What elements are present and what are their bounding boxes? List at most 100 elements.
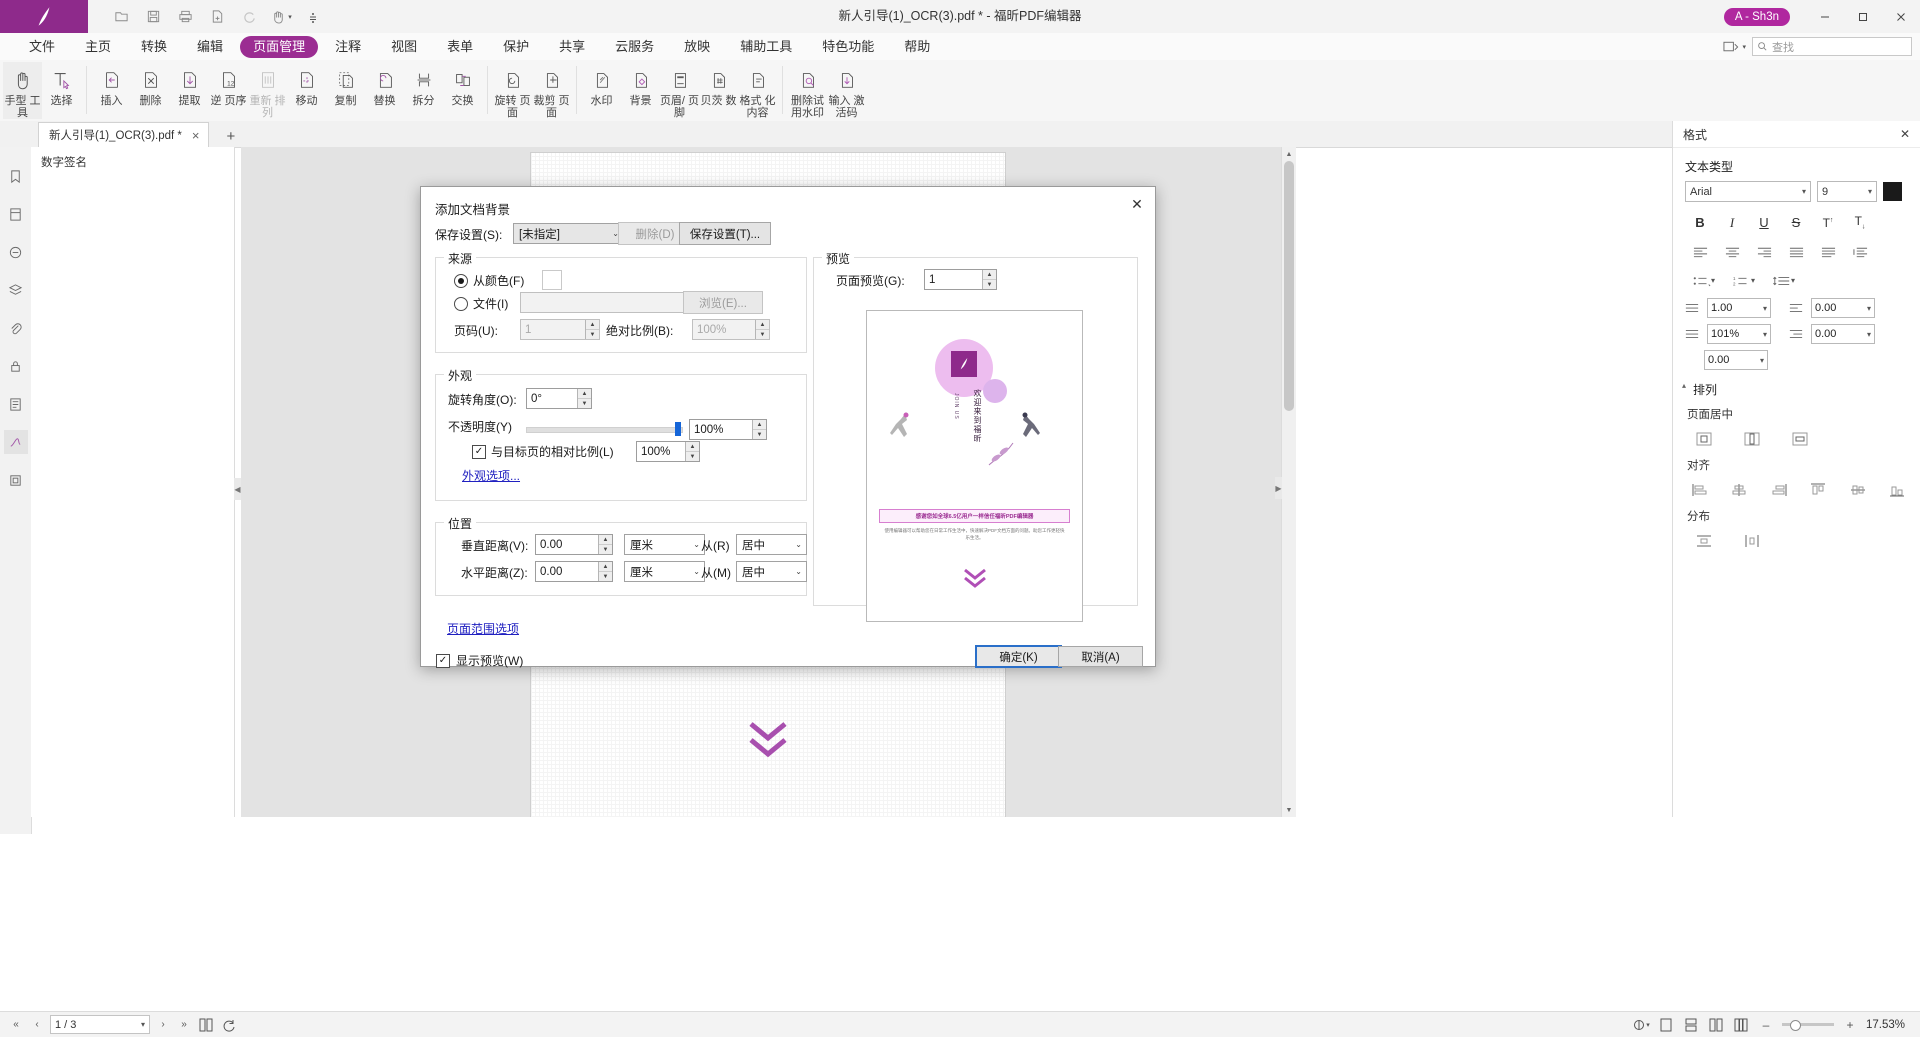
menu-item-6[interactable]: 视图 <box>378 36 430 58</box>
align-right-icon[interactable] <box>1768 478 1790 501</box>
superscript-icon[interactable]: T↑ <box>1813 211 1843 234</box>
security-icon[interactable] <box>4 354 28 378</box>
menubar-right-tools[interactable]: ▾ 查找 <box>1723 33 1912 60</box>
show-preview-checkbox[interactable]: ✓ 显示预览(W) <box>436 652 523 669</box>
char-spacing-input[interactable]: 1.00▾ <box>1707 298 1771 318</box>
two-page-view-icon[interactable] <box>1707 1016 1725 1034</box>
status-bar-right[interactable]: ▾ – + 17.53% <box>1632 1016 1910 1034</box>
save-settings-button[interactable]: 保存设置(T)... <box>679 222 771 245</box>
ribbon-button-remove-trial-watermark[interactable]: 删除试 用水印 <box>788 62 827 119</box>
center-both-icon[interactable] <box>1785 427 1815 450</box>
zoom-in-button[interactable]: + <box>1841 1016 1859 1034</box>
page-thumbnails-icon[interactable] <box>4 202 28 226</box>
opacity-slider-track[interactable] <box>526 427 683 433</box>
numbered-list-icon[interactable]: 12▾ <box>1725 269 1763 292</box>
rotation-spinner[interactable]: ▲▼ <box>577 389 591 408</box>
line-spacing-icon[interactable]: ▾ <box>1765 269 1803 292</box>
font-color-swatch[interactable] <box>1883 182 1902 201</box>
page-preview-input[interactable]: 1 ▲▼ <box>924 269 997 290</box>
scroll-down-icon[interactable]: ▼ <box>1282 803 1296 817</box>
strikethrough-icon[interactable]: S <box>1781 211 1811 234</box>
horizontal-unit-select[interactable]: 厘米 ⌄ <box>624 561 705 582</box>
indent-icon[interactable] <box>1845 240 1875 263</box>
vertical-anchor-select[interactable]: 居中 ⌄ <box>736 534 807 555</box>
last-page-icon[interactable]: » <box>176 1017 192 1033</box>
vertical-scale-input[interactable]: 0.00▾ <box>1811 324 1875 344</box>
rotation-input[interactable]: 0° ▲▼ <box>526 388 592 409</box>
cancel-button[interactable]: 取消(A) <box>1058 646 1143 667</box>
menu-item-9[interactable]: 共享 <box>546 36 598 58</box>
opacity-input[interactable]: 100% ▲▼ <box>689 419 767 440</box>
horizontal-anchor-select[interactable]: 居中 ⌄ <box>736 561 807 582</box>
scrollbar-thumb[interactable] <box>1284 161 1294 411</box>
page-indicator[interactable]: 1 / 3 ▾ <box>50 1015 150 1034</box>
destinations-icon[interactable] <box>4 392 28 416</box>
opacity-slider-knob[interactable] <box>675 422 681 436</box>
hand-tool-icon[interactable]: ▾ <box>266 4 296 30</box>
absolute-scale-spinner[interactable]: ▲▼ <box>755 320 769 339</box>
align-vcenter-icon[interactable] <box>1847 478 1869 501</box>
close-icon[interactable]: × <box>192 128 200 143</box>
ribbon-button-extract[interactable]: 提取 <box>170 62 209 107</box>
view-settings-icon[interactable]: ▾ <box>1632 1016 1650 1034</box>
document-tab[interactable]: 新人引导(1)_OCR(3).pdf * × <box>38 122 209 147</box>
dialog-close-icon[interactable]: ✕ <box>1125 193 1149 215</box>
continuous-view-icon[interactable] <box>1682 1016 1700 1034</box>
zoom-slider-knob[interactable] <box>1790 1020 1801 1031</box>
italic-icon[interactable]: I <box>1717 211 1747 234</box>
bold-icon[interactable]: B <box>1685 211 1715 234</box>
next-page-icon[interactable]: › <box>155 1017 171 1033</box>
ribbon-button-move[interactable]: 移动 <box>287 62 326 107</box>
maximize-icon[interactable] <box>1844 0 1882 33</box>
zoom-out-button[interactable]: – <box>1757 1016 1775 1034</box>
center-vertical-icon[interactable] <box>1689 427 1719 450</box>
align-right-icon[interactable] <box>1749 240 1779 263</box>
vertical-distance-input[interactable]: 0.00 ▲▼ <box>535 534 613 555</box>
ribbon-button-hand-tool[interactable]: 手型 工具 <box>3 62 42 119</box>
grid-view-icon[interactable] <box>1732 1016 1750 1034</box>
menu-item-11[interactable]: 放映 <box>671 36 723 58</box>
right-panel-collapse-handle[interactable]: ▶ <box>1275 477 1282 499</box>
opacity-spinner[interactable]: ▲▼ <box>752 420 766 439</box>
horizontal-distance-spinner[interactable]: ▲▼ <box>598 562 612 581</box>
center-horizontal-icon[interactable] <box>1737 427 1767 450</box>
menu-item-1[interactable]: 主页 <box>72 36 124 58</box>
relative-scale-spinner[interactable]: ▲▼ <box>685 442 699 461</box>
align-left-icon[interactable] <box>1685 240 1715 263</box>
page-number-spinner[interactable]: ▲▼ <box>585 320 599 339</box>
horizontal-scale-input[interactable]: 101%▾ <box>1707 324 1771 344</box>
relative-scale-checkbox[interactable]: ✓ 与目标页的相对比例(L) <box>472 443 614 460</box>
distribute-buttons[interactable] <box>1673 526 1920 555</box>
ribbon-button-delete[interactable]: 删除 <box>131 62 170 107</box>
menu-item-5[interactable]: 注释 <box>322 36 374 58</box>
ui-options-button[interactable]: ▾ <box>1723 40 1746 54</box>
save-icon[interactable] <box>138 4 168 30</box>
scroll-up-icon[interactable]: ▲ <box>1282 147 1296 161</box>
ribbon-button-split[interactable]: 拆分 <box>404 62 443 107</box>
single-page-view-icon[interactable] <box>1657 1016 1675 1034</box>
left-panel-collapse-handle[interactable]: ◀ <box>234 478 241 500</box>
zoom-slider[interactable] <box>1782 1023 1834 1026</box>
baseline-shift-input[interactable]: 0.00▾ <box>1704 350 1768 370</box>
menu-item-13[interactable]: 特色功能 <box>809 36 887 58</box>
ribbon-button-swap[interactable]: 交换 <box>443 62 482 107</box>
page-number-input[interactable]: 1 ▲▼ <box>520 319 600 340</box>
ribbon-button-crop[interactable]: 裁剪 页面 <box>532 62 571 119</box>
align-center-icon[interactable] <box>1717 240 1747 263</box>
page-layout-icon[interactable] <box>197 1016 215 1034</box>
align-left-icon[interactable] <box>1689 478 1711 501</box>
appearance-options-link[interactable]: 外观选项... <box>462 467 520 484</box>
ribbon-button-background[interactable]: 背景 <box>621 62 660 107</box>
vertical-unit-select[interactable]: 厘米 ⌄ <box>624 534 705 555</box>
page-range-options-link[interactable]: 页面范围选项 <box>447 620 519 637</box>
list-buttons[interactable]: ▾ 12▾ ▾ <box>1673 266 1920 295</box>
minimize-icon[interactable] <box>1806 0 1844 33</box>
ribbon-button-bates[interactable]: 贝茨 数 <box>699 62 738 107</box>
close-icon[interactable] <box>1882 0 1920 33</box>
from-color-radio[interactable]: 从颜色(F) <box>454 272 524 289</box>
window-controls[interactable]: A - Sh3n <box>1724 0 1920 33</box>
align-hcenter-icon[interactable] <box>1729 478 1751 501</box>
layers-icon[interactable] <box>4 278 28 302</box>
horizontal-distance-input[interactable]: 0.00 ▲▼ <box>535 561 613 582</box>
bullet-list-icon[interactable]: ▾ <box>1685 269 1723 292</box>
